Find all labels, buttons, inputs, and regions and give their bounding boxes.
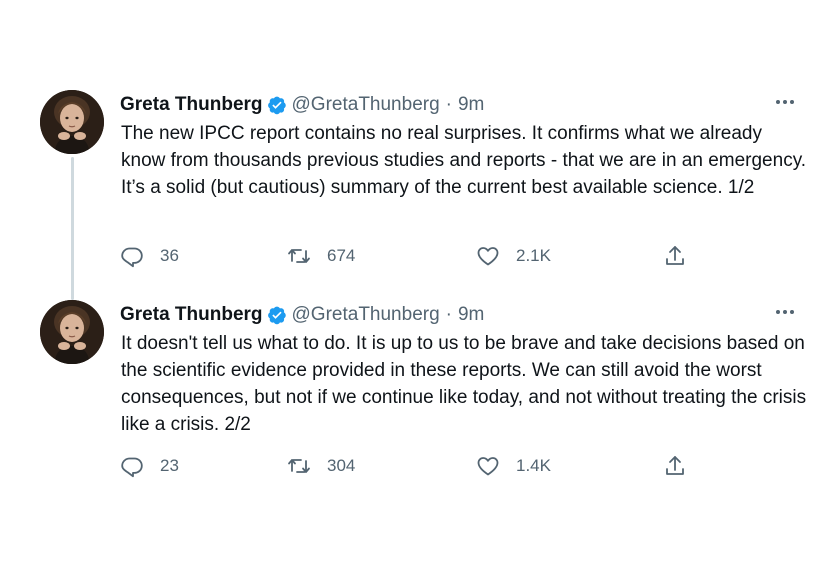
retweet-icon (288, 459, 310, 473)
author-handle[interactable]: @GretaThunberg (292, 304, 440, 326)
share-button[interactable] (663, 243, 687, 269)
heart-icon (477, 457, 499, 476)
avatar[interactable] (40, 90, 104, 154)
separator-dot: · (445, 94, 452, 115)
more-horizontal-icon[interactable] (774, 94, 796, 110)
tweet-text: It doesn't tell us what to do. It is up … (121, 333, 807, 435)
retweet-button[interactable]: 674 (287, 243, 355, 269)
heart-icon (477, 247, 499, 266)
timestamp[interactable]: 9m (458, 94, 484, 116)
retweet-button[interactable]: 304 (287, 453, 355, 479)
author-name[interactable]: Greta Thunberg (120, 94, 263, 116)
reply-count: 36 (160, 246, 179, 265)
timestamp[interactable]: 9m (458, 304, 484, 326)
tweet-header: Greta Thunberg @GretaThunberg · 9m (120, 303, 800, 327)
like-count: 1.4K (516, 456, 551, 475)
retweet-count: 674 (327, 246, 356, 265)
verified-badge-icon (267, 95, 287, 115)
share-button[interactable] (663, 453, 687, 479)
tweet[interactable]: Greta Thunberg @GretaThunberg · 9m It do… (40, 298, 806, 498)
like-count: 2.1K (516, 246, 551, 265)
more-horizontal-icon[interactable] (774, 304, 796, 320)
author-handle[interactable]: @GretaThunberg (292, 94, 440, 116)
reply-button[interactable]: 36 (120, 243, 179, 269)
share-icon (666, 246, 684, 265)
tweet-text: The new IPCC report contains no real sur… (121, 123, 807, 198)
retweet-icon (288, 249, 310, 263)
retweet-count: 304 (327, 456, 356, 475)
reply-count: 23 (160, 456, 179, 475)
share-icon (666, 456, 684, 475)
reply-icon (121, 457, 143, 478)
tweet-header: Greta Thunberg @GretaThunberg · 9m (120, 93, 800, 117)
tweet-actions: 23 304 1.4K (120, 453, 700, 479)
tweet[interactable]: Greta Thunberg @GretaThunberg · 9m The n… (40, 88, 806, 288)
author-name[interactable]: Greta Thunberg (120, 304, 263, 326)
separator-dot: · (445, 304, 452, 325)
like-button[interactable]: 2.1K (476, 243, 551, 269)
reply-icon (121, 247, 143, 268)
verified-badge-icon (267, 305, 287, 325)
tweet-actions: 36 674 2.1K (120, 243, 700, 269)
avatar[interactable] (40, 300, 104, 364)
like-button[interactable]: 1.4K (476, 453, 551, 479)
reply-button[interactable]: 23 (120, 453, 179, 479)
